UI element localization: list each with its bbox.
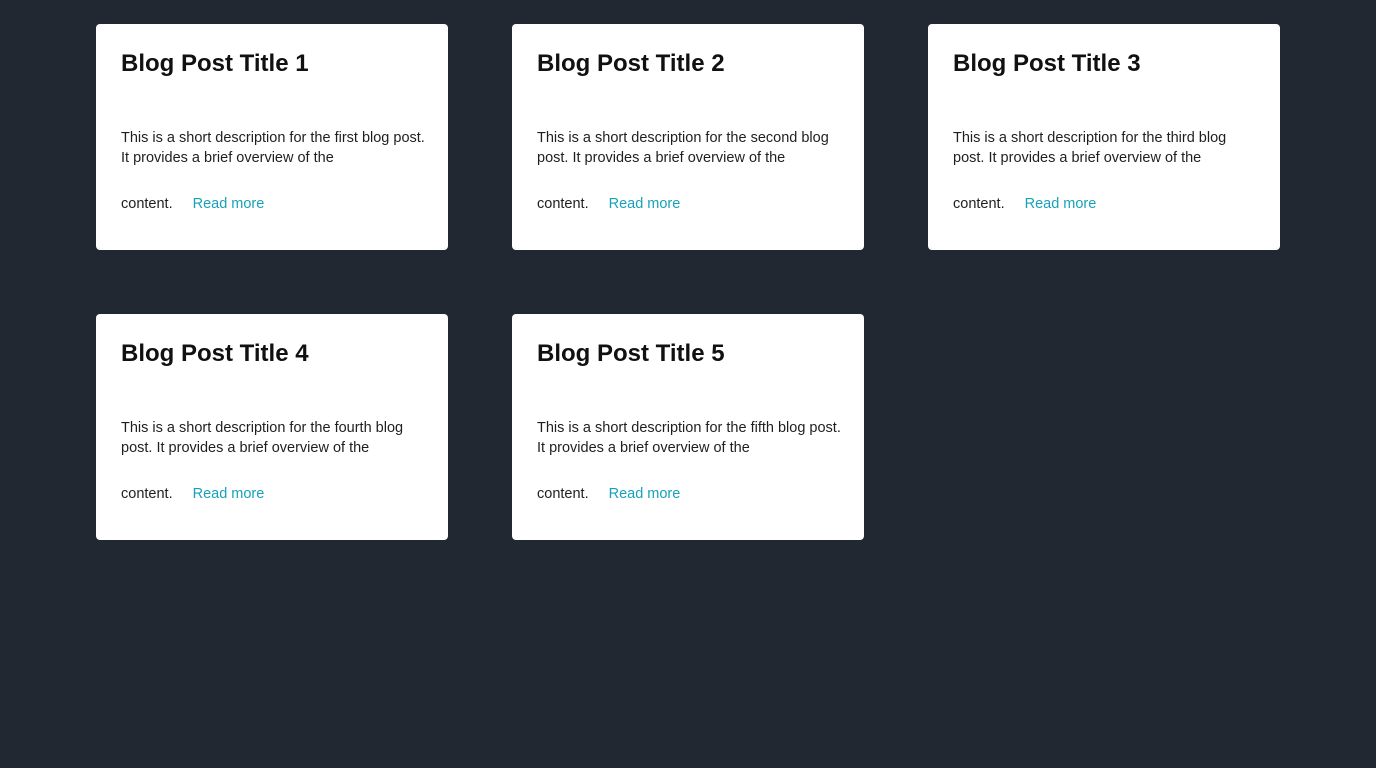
blog-post-footer: content. Read more: [953, 194, 1096, 214]
blog-post-footer: content. Read more: [121, 194, 264, 214]
blog-post-title: Blog Post Title 2: [537, 50, 725, 77]
blog-post-footer: content. Read more: [537, 484, 680, 504]
read-more-link[interactable]: Read more: [1025, 196, 1097, 212]
blog-post-description: This is a short description for the fift…: [537, 420, 841, 456]
blog-post-grid: Blog Post Title 1 This is a short descri…: [96, 24, 1280, 540]
blog-page: Blog Post Title 1 This is a short descri…: [0, 0, 1376, 768]
blog-post-title: Blog Post Title 1: [121, 50, 309, 77]
read-more-link[interactable]: Read more: [193, 196, 265, 212]
blog-post-description-tail: content.: [537, 196, 589, 212]
blog-post-title: Blog Post Title 4: [121, 340, 309, 367]
blog-post-card: Blog Post Title 4 This is a short descri…: [96, 314, 448, 540]
blog-post-description: This is a short description for the thir…: [953, 130, 1227, 166]
blog-post-description-tail: content.: [953, 196, 1005, 212]
blog-post-description-tail: content.: [121, 486, 173, 502]
blog-post-card: Blog Post Title 3 This is a short descri…: [928, 24, 1280, 250]
blog-post-card: Blog Post Title 2 This is a short descri…: [512, 24, 864, 250]
blog-post-description: This is a short description for the firs…: [121, 130, 425, 166]
read-more-link[interactable]: Read more: [609, 196, 681, 212]
read-more-link[interactable]: Read more: [193, 486, 265, 502]
blog-post-description-tail: content.: [537, 486, 589, 502]
blog-post-title: Blog Post Title 3: [953, 50, 1141, 77]
blog-post-card: Blog Post Title 5 This is a short descri…: [512, 314, 864, 540]
blog-post-card: Blog Post Title 1 This is a short descri…: [96, 24, 448, 250]
blog-post-footer: content. Read more: [121, 484, 264, 504]
blog-post-title: Blog Post Title 5: [537, 340, 725, 367]
blog-post-description: This is a short description for the seco…: [537, 130, 829, 166]
read-more-link[interactable]: Read more: [609, 486, 681, 502]
blog-post-footer: content. Read more: [537, 194, 680, 214]
blog-post-description: This is a short description for the four…: [121, 420, 404, 456]
blog-post-description-tail: content.: [121, 196, 173, 212]
